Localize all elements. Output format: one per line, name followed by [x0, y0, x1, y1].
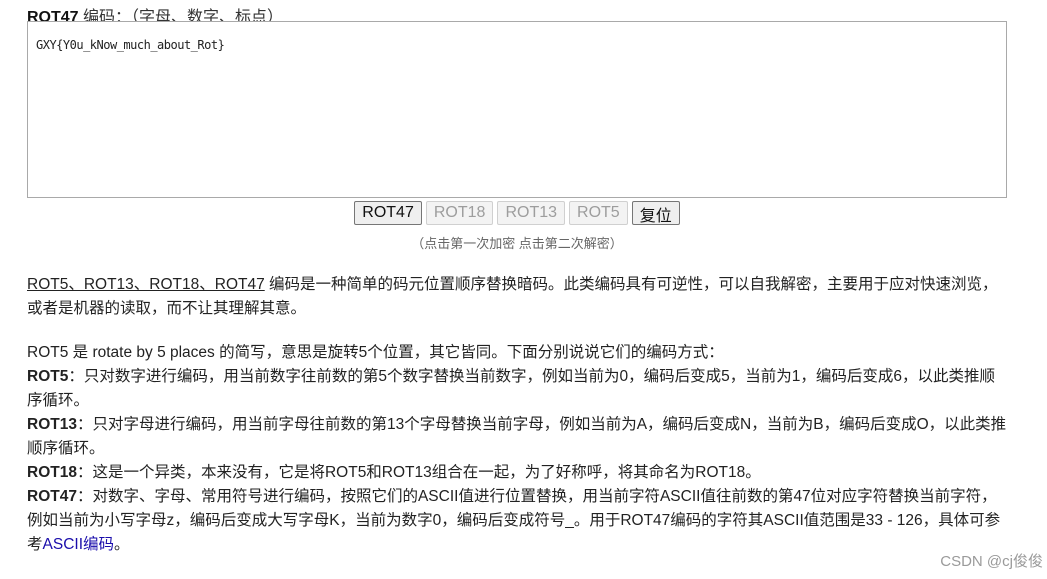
rot13-text: ：只对字母进行编码，用当前字母往前数的第13个字母替换当前字母，例如当前为A，编…: [27, 416, 1007, 457]
rot13-term: ROT13: [27, 416, 77, 433]
rot47-term: ROT47: [27, 488, 77, 505]
ascii-link[interactable]: ASCII编码: [43, 536, 114, 553]
rot5-text: ：只对数字进行编码，用当前数字往前数的第5个数字替换当前数字，例如当前为0，编码…: [27, 368, 995, 409]
end-punct: 。: [114, 536, 130, 553]
rot13-paragraph: ROT13：只对字母进行编码，用当前字母往前数的第13个字母替换当前字母，例如当…: [27, 413, 1007, 461]
encode-textarea[interactable]: [27, 21, 1007, 198]
usage-hint: （点击第一次加密 点击第二次解密）: [411, 236, 623, 251]
rot18-paragraph: ROT18：这是一个异类，本来没有，它是将ROT5和ROT13组合在一起，为了好…: [27, 461, 1007, 485]
description: ROT5、ROT13、ROT18、ROT47 编码是一种简单的码元位置顺序替换暗…: [27, 273, 1007, 557]
rot18-text: ：这是一个异类，本来没有，它是将ROT5和ROT13组合在一起，为了好称呼，将其…: [76, 464, 761, 481]
rot-variants-link[interactable]: ROT5、ROT13、ROT18、ROT47: [27, 276, 265, 293]
button-row: ROT47 ROT18 ROT13 ROT5 复位: [0, 201, 1034, 225]
overview-paragraph: ROT5 是 rotate by 5 places 的简写，意思是旋转5个位置，…: [27, 344, 724, 361]
watermark: CSDN @cj俊俊: [940, 553, 1043, 570]
intro-paragraph: ROT5、ROT13、ROT18、ROT47 编码是一种简单的码元位置顺序替换暗…: [27, 273, 1007, 321]
reset-button[interactable]: 复位: [631, 201, 680, 225]
rot18-term: ROT18: [27, 464, 77, 481]
rot5-button[interactable]: ROT5: [569, 201, 628, 225]
rot13-button[interactable]: ROT13: [497, 201, 566, 225]
rot5-term: ROT5: [27, 368, 69, 385]
rot47-text: ：对数字、字母、常用符号进行编码，按照它们的ASCII值进行位置替换，用当前字符…: [27, 488, 1001, 553]
rot5-paragraph: ROT5：只对数字进行编码，用当前数字往前数的第5个数字替换当前数字，例如当前为…: [27, 365, 1007, 413]
rot18-button[interactable]: ROT18: [425, 201, 494, 225]
rot47-button[interactable]: ROT47: [354, 201, 422, 225]
rot47-paragraph: ROT47：对数字、字母、常用符号进行编码，按照它们的ASCII值进行位置替换，…: [27, 485, 1007, 557]
